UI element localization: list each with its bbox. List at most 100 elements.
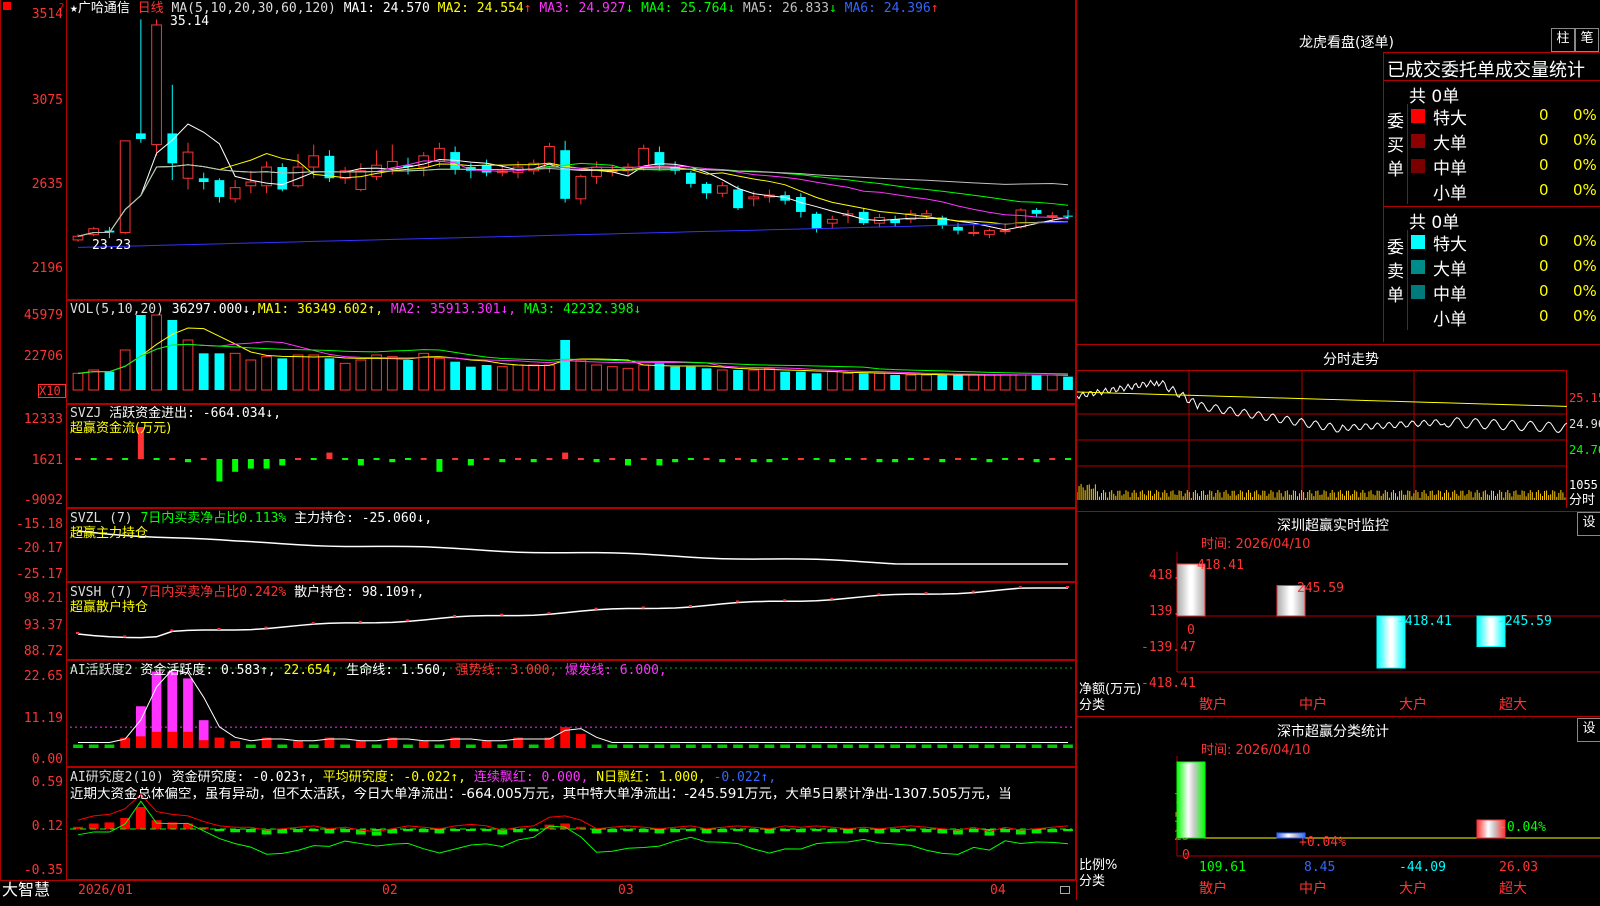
candle-body [214,180,225,197]
volume-bar [465,366,476,390]
ai1-bar-base [151,731,162,748]
volume-bar [229,352,241,391]
ai1-bar [245,744,256,748]
volume-bar [72,372,84,391]
main-chart-area[interactable]: ? ★广哈通信 日线 MA(5,10,20,30,60,120) MA1: 24… [0,0,1076,900]
candle-body [733,189,743,209]
volume-bar [261,356,272,391]
lhb-tabs: 已成交 委托单 成交量 统计 [1385,54,1600,82]
ai2-bar [1031,829,1042,834]
volume-bar [748,369,760,391]
ma5-value: MA5: 26.833 [742,1,829,16]
ma3-value: MA3: 24.927 [539,1,626,16]
ma-line [77,160,1069,237]
high-price-label: 35.14 [170,14,210,29]
tick-mode-button[interactable]: 笔 [1575,28,1599,52]
candle-body [119,140,131,233]
svzj-dash [452,458,459,460]
ai2-bar [277,829,288,834]
ai1-bar [88,744,99,748]
ai2-bar [371,829,382,836]
tab-filled[interactable]: 已成交 [1387,56,1441,82]
svsh-tick [641,606,645,609]
ai1-y-label: 11.19 [23,711,63,726]
candle-body [560,150,571,199]
fenshi-canvas[interactable] [1077,370,1567,510]
svzj-bar [326,452,333,459]
order-count: 0 [1539,106,1549,124]
svzj-bar [232,459,239,472]
lock-icon[interactable] [1060,886,1070,894]
svzj-y-label: 12333 [23,412,63,427]
svzj-bar [750,459,757,463]
volume-bar [1031,375,1042,390]
order-size-name: 特大 [1433,109,1467,129]
candle-body [716,185,728,194]
star-icon: ★ [70,1,78,16]
kline-y-label: 2196 [31,261,63,276]
candle-body [968,231,980,234]
volume-bar [999,374,1011,391]
volume-bar [905,374,917,391]
ss-canvas[interactable] [1077,716,1600,906]
ss-cat: 散户 [1199,881,1227,897]
volume-bar [496,366,508,391]
volume-bar [324,358,335,390]
sz-canvas[interactable] [1077,512,1600,702]
volume-bar [119,349,131,391]
ai1-line [78,668,1068,744]
vol-ma1: MA1: 36349.602↑, [257,302,384,317]
candle-body [811,213,822,229]
fenshi-price-line [1077,379,1567,433]
ai1-bar [733,744,743,748]
ss-bar [1176,761,1206,839]
bar-mode-button[interactable]: 柱 [1551,28,1575,52]
svzj-value: 活跃资金进出: -664.034↓, [109,406,282,421]
ai1-lifeline: 生命线: 1.560, [346,663,448,678]
right-panel: 龙虎看盘(逐单) 柱 笔 已成交 委托单 成交量 统计 共 0单 委买单 特大 0… [1076,0,1600,900]
chart-canvas[interactable] [0,0,1076,900]
svzj-dash [200,458,207,460]
volume-bar [638,364,650,391]
svzj-dash [295,458,301,460]
ai1-title: AI活跃度2 [70,663,133,678]
candle-body [685,172,696,184]
candle-body [308,155,320,168]
volume-bar [764,367,775,391]
ai1-bar [638,744,649,748]
period-label[interactable]: 日线 [138,1,164,16]
ai2-y-label: 0.12 [31,819,63,834]
svsh-tick [500,613,504,616]
vol-ma3: MA3: 42232.398↓ [523,302,642,317]
svzj-bar [719,459,726,463]
ai2-header: AI研究度2(10) 资金研究度: -0.023↑, 平均研究度: -0.022… [70,770,776,785]
stock-name[interactable]: 广哈通信 [78,1,130,16]
ai1-bar [811,744,822,748]
volume-bar [1015,374,1027,391]
vol-ma2: MA2: 35913.301↓, [390,302,517,317]
svzj-dash [970,458,977,460]
candle-body [1031,210,1042,214]
ai1-bar [780,744,791,748]
ai1-burst: 爆发线: 6.000, [565,663,667,678]
tab-volume[interactable]: 成交量 [1495,56,1549,82]
svzj-bar [263,459,270,469]
svzj-dash [1002,458,1009,460]
tab-orders[interactable]: 委托单 [1441,56,1495,82]
order-percent: 0% [1573,156,1597,174]
sz-value: 418.41 [1197,558,1244,573]
ai1-activity: 资金活跃度: 0.583↑, [140,663,276,678]
volume-ma-line [77,343,1069,375]
tab-stats[interactable]: 统计 [1549,56,1585,82]
svzj-dash [1049,458,1056,460]
svzj-dash [90,458,97,460]
svzj-bar [892,459,899,463]
svzl-line [77,530,1068,565]
svzj-bar [625,459,631,466]
order-count: 0 [1539,156,1549,174]
volume-bar [418,352,430,391]
ai1-header: AI活跃度2 资金活跃度: 0.583↑, 22.654, 生命线: 1.560… [70,663,667,678]
vol-value: 36297.000↓, [171,302,258,317]
x-axis-label: 03 [618,883,634,898]
buy-label-divider [1407,104,1408,204]
